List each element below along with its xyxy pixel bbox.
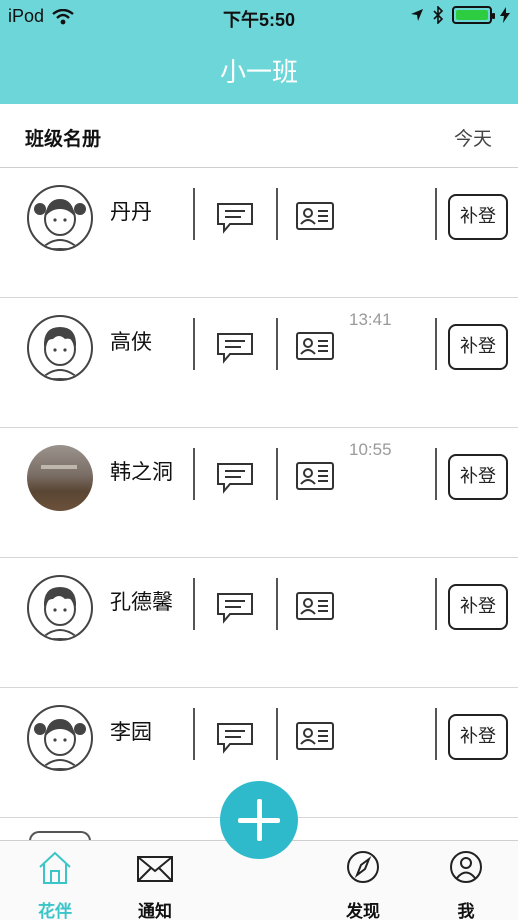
divider	[276, 188, 278, 240]
divider	[193, 578, 195, 630]
student-row[interactable]: 韩之洞 10:55 补登	[0, 428, 518, 558]
student-list: 丹丹 补登 高侠 13:41 补登 韩之洞 10:55 补登 孔德馨 补登 李园…	[0, 168, 518, 818]
tab-label: 通知	[138, 902, 172, 920]
girl-avatar-icon	[27, 185, 93, 251]
divider	[435, 188, 437, 240]
message-icon[interactable]	[216, 722, 254, 754]
student-name: 李园	[110, 720, 152, 744]
divider	[193, 448, 195, 500]
id-card-icon[interactable]	[296, 462, 334, 490]
tab-label: 发现	[346, 902, 380, 920]
checkin-time: 10:55	[349, 440, 392, 459]
charging-bolt-icon	[500, 7, 510, 23]
user-icon	[450, 851, 482, 883]
divider	[435, 578, 437, 630]
checkin-time: 13:41	[349, 310, 392, 329]
compass-icon	[347, 851, 379, 883]
id-card-icon[interactable]	[296, 202, 334, 230]
make-up-checkin-button[interactable]: 补登	[448, 584, 508, 630]
id-card-icon[interactable]	[296, 332, 334, 360]
message-icon[interactable]	[216, 462, 254, 494]
photo-avatar	[27, 445, 93, 511]
message-icon[interactable]	[216, 332, 254, 364]
student-name: 孔德馨	[110, 590, 173, 614]
student-row[interactable]: 孔德馨 补登	[0, 558, 518, 688]
id-card-icon[interactable]	[296, 722, 334, 750]
boy-avatar-icon	[27, 575, 93, 641]
id-card-icon[interactable]	[296, 592, 334, 620]
location-arrow-icon	[411, 9, 423, 21]
tab-label: 花伴	[38, 902, 72, 920]
home-icon	[39, 851, 71, 884]
message-icon[interactable]	[216, 592, 254, 624]
roster-label: 班级名册	[25, 128, 102, 150]
divider	[193, 188, 195, 240]
make-up-checkin-button[interactable]: 补登	[448, 194, 508, 240]
make-up-checkin-button[interactable]: 补登	[448, 324, 508, 370]
status-bar: iPod 下午5:50	[0, 0, 518, 34]
student-row[interactable]: 丹丹 补登	[0, 168, 518, 298]
student-name: 高侠	[110, 330, 152, 354]
status-right	[410, 6, 510, 24]
tab-discover[interactable]: 发现	[313, 841, 413, 920]
student-row[interactable]: 高侠 13:41 补登	[0, 298, 518, 428]
battery-level	[456, 10, 488, 20]
divider	[193, 318, 195, 370]
message-icon[interactable]	[216, 202, 254, 234]
divider	[435, 708, 437, 760]
girl-avatar-icon	[27, 705, 93, 771]
divider	[276, 708, 278, 760]
tab-home[interactable]: 花伴	[5, 841, 105, 920]
divider	[276, 318, 278, 370]
tab-notifications[interactable]: 通知	[105, 841, 205, 920]
date-filter[interactable]: 今天	[454, 124, 492, 151]
boy-avatar-icon	[27, 315, 93, 381]
make-up-checkin-button[interactable]: 补登	[448, 714, 508, 760]
divider	[276, 448, 278, 500]
student-name: 韩之洞	[110, 460, 173, 484]
bluetooth-icon	[433, 6, 444, 24]
add-button[interactable]	[220, 781, 298, 859]
class-title: 小一班	[219, 58, 298, 88]
divider	[276, 578, 278, 630]
roster-header: 班级名册 今天	[0, 104, 518, 168]
nav-bar: 小一班	[0, 34, 518, 104]
tab-me[interactable]: 我	[416, 841, 516, 920]
tab-label: 我	[457, 902, 475, 920]
divider	[193, 708, 195, 760]
envelope-icon	[137, 856, 173, 882]
divider	[435, 318, 437, 370]
divider	[435, 448, 437, 500]
student-name: 丹丹	[110, 200, 152, 224]
battery-icon	[452, 6, 495, 24]
photo-detail	[41, 465, 77, 469]
make-up-checkin-button[interactable]: 补登	[448, 454, 508, 500]
